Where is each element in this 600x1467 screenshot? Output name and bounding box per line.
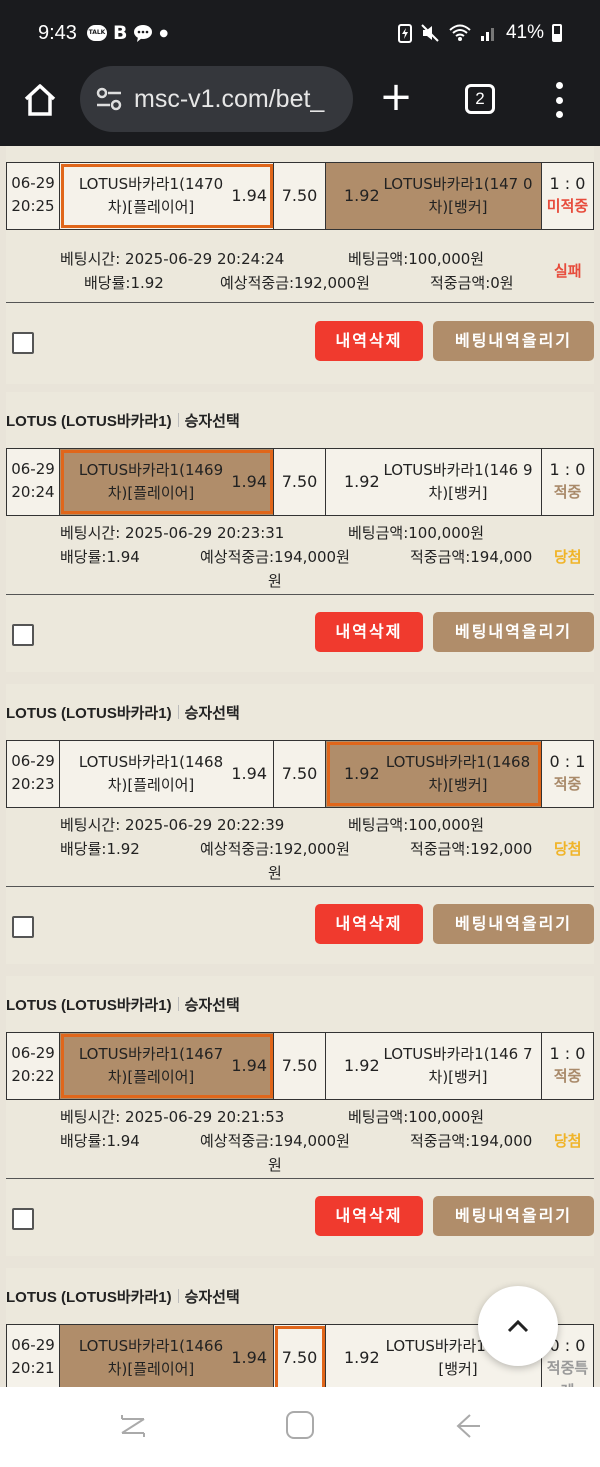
recent-apps-icon[interactable]: [118, 1411, 148, 1441]
delete-history-button[interactable]: 내역삭제: [315, 904, 423, 944]
tie-pick-button[interactable]: 7.50: [274, 1325, 326, 1387]
divider: [6, 1178, 594, 1179]
notification-dot-icon: ●: [159, 27, 169, 39]
bet-date: 06-29 20:25: [6, 163, 60, 229]
divider: [6, 594, 594, 595]
divider: [6, 886, 594, 887]
tie-pick-button[interactable]: 7.50: [274, 1033, 326, 1099]
tie-pick-button[interactable]: 7.50: [274, 741, 326, 807]
select-checkbox[interactable]: [12, 332, 34, 354]
card-title: LOTUS (LOTUS바카라1) 승자선택: [6, 1289, 240, 1306]
system-nav-bar: [0, 1387, 600, 1467]
select-checkbox[interactable]: [12, 624, 34, 646]
url-text: msc-v1.com/bet_: [134, 84, 325, 113]
status-bar: 9:43 TALK B ● 41%: [0, 0, 600, 66]
kakaotalk-icon: TALK: [86, 25, 107, 41]
address-bar[interactable]: msc-v1.com/bet_: [80, 66, 353, 132]
bet-card: LOTUS (LOTUS바카라1) 승자선택 06-29 20:24 LOTUS바카…: [6, 392, 594, 672]
card-title: LOTUS (LOTUS바카라1) 승자선택: [6, 705, 240, 722]
wifi-icon: [449, 24, 471, 41]
bet-row: 06-29 20:22 LOTUS바카라1(1467 차)[플레이어] 1.94 …: [6, 1032, 594, 1100]
player-pick-button[interactable]: LOTUS바카라1(1467 차)[플레이어] 1.94: [60, 1033, 274, 1099]
result-label: 당첨: [554, 1132, 582, 1150]
more-menu-button[interactable]: [552, 82, 566, 118]
banker-pick-button[interactable]: 1.92 LOTUS바카라1(1468 차)[뱅커]: [326, 741, 542, 807]
player-pick-button[interactable]: LOTUS바카라1(1468 차)[플레이어] 1.94: [60, 741, 274, 807]
bet-row: 06-29 20:25 LOTUS바카라1(1470 차)[플레이어] 1.94 …: [6, 162, 594, 230]
delete-history-button[interactable]: 내역삭제: [315, 612, 423, 652]
bet-row: 06-29 20:23 LOTUS바카라1(1468 차)[플레이어] 1.94 …: [6, 740, 594, 808]
select-checkbox[interactable]: [12, 1208, 34, 1230]
browser-toolbar: msc-v1.com/bet_ + 2: [0, 66, 600, 146]
select-checkbox[interactable]: [12, 916, 34, 938]
bet-history-list: 06-29 20:25 LOTUS바카라1(1470 차)[플레이어] 1.94 …: [0, 146, 600, 1387]
result-label: 실패: [554, 262, 582, 280]
bet-card: LOTUS (LOTUS바카라1) 승자선택 06-29 20:22 LOTUS바카…: [6, 976, 594, 1256]
player-pick-button[interactable]: LOTUS바카라1(1469 차)[플레이어] 1.94: [60, 449, 274, 515]
signal-icon: [480, 28, 494, 41]
tie-pick-button[interactable]: 7.50: [274, 449, 326, 515]
chevron-up-icon: [507, 1319, 529, 1333]
chat-icon: [134, 25, 153, 42]
upload-history-button[interactable]: 베팅내역올리기: [433, 904, 594, 944]
card-title: LOTUS (LOTUS바카라1) 승자선택: [6, 413, 240, 430]
battery-saver-icon: [397, 24, 412, 43]
delete-history-button[interactable]: 내역삭제: [315, 1196, 423, 1236]
upload-history-button[interactable]: 베팅내역올리기: [433, 321, 594, 361]
player-pick-button[interactable]: LOTUS바카라1(1470 차)[플레이어] 1.94: [60, 163, 274, 229]
tab-switcher-button[interactable]: 2: [465, 84, 495, 114]
bet-result-cell: 1 : 0 미적중: [542, 163, 594, 229]
player-pick-button[interactable]: LOTUS바카라1(1466 차)[플레이어] 1.94: [60, 1325, 274, 1387]
divider: [6, 302, 594, 303]
site-settings-icon[interactable]: [94, 84, 124, 114]
battery-icon: [552, 24, 562, 42]
banker-pick-button[interactable]: 1.92 LOTUS바카라1(146 7 차)[뱅커]: [326, 1033, 542, 1099]
bet-result-cell: 1 : 0 적중: [542, 1033, 594, 1099]
new-tab-button[interactable]: +: [378, 77, 414, 117]
bet-result-cell: 0 : 1 적중: [542, 741, 594, 807]
result-label: 당첨: [554, 840, 582, 858]
battery-percent: 41%: [505, 22, 544, 43]
tie-pick-button[interactable]: 7.50: [274, 163, 326, 229]
mute-icon: [421, 24, 439, 42]
result-label: 당첨: [554, 548, 582, 566]
bet-card: LOTUS (LOTUS바카라1) 승자선택 06-29 20:23 LOTUS바카…: [6, 684, 594, 964]
bet-card: 06-29 20:25 LOTUS바카라1(1470 차)[플레이어] 1.94 …: [6, 146, 594, 384]
bet-date: 06-29 20:22: [6, 1033, 60, 1099]
bet-row: 06-29 20:24 LOTUS바카라1(1469 차)[플레이어] 1.94 …: [6, 448, 594, 516]
home-icon[interactable]: [22, 82, 58, 118]
delete-history-button[interactable]: 내역삭제: [315, 321, 423, 361]
back-icon[interactable]: [452, 1411, 482, 1441]
b-app-icon: B: [112, 22, 128, 44]
home-nav-icon[interactable]: [286, 1411, 314, 1439]
scroll-top-button[interactable]: [478, 1286, 558, 1366]
banker-pick-button[interactable]: 1.92 LOTUS바카라1(147 0 차)[뱅커]: [326, 163, 542, 229]
upload-history-button[interactable]: 베팅내역올리기: [433, 1196, 594, 1236]
bet-date: 06-29 20:24: [6, 449, 60, 515]
bet-result-cell: 1 : 0 적중: [542, 449, 594, 515]
upload-history-button[interactable]: 베팅내역올리기: [433, 612, 594, 652]
clock: 9:43: [38, 21, 77, 44]
card-title: LOTUS (LOTUS바카라1) 승자선택: [6, 997, 240, 1014]
bet-date: 06-29 20:23: [6, 741, 60, 807]
bet-date: 06-29 20:21: [6, 1325, 60, 1387]
banker-pick-button[interactable]: 1.92 LOTUS바카라1(146 9 차)[뱅커]: [326, 449, 542, 515]
